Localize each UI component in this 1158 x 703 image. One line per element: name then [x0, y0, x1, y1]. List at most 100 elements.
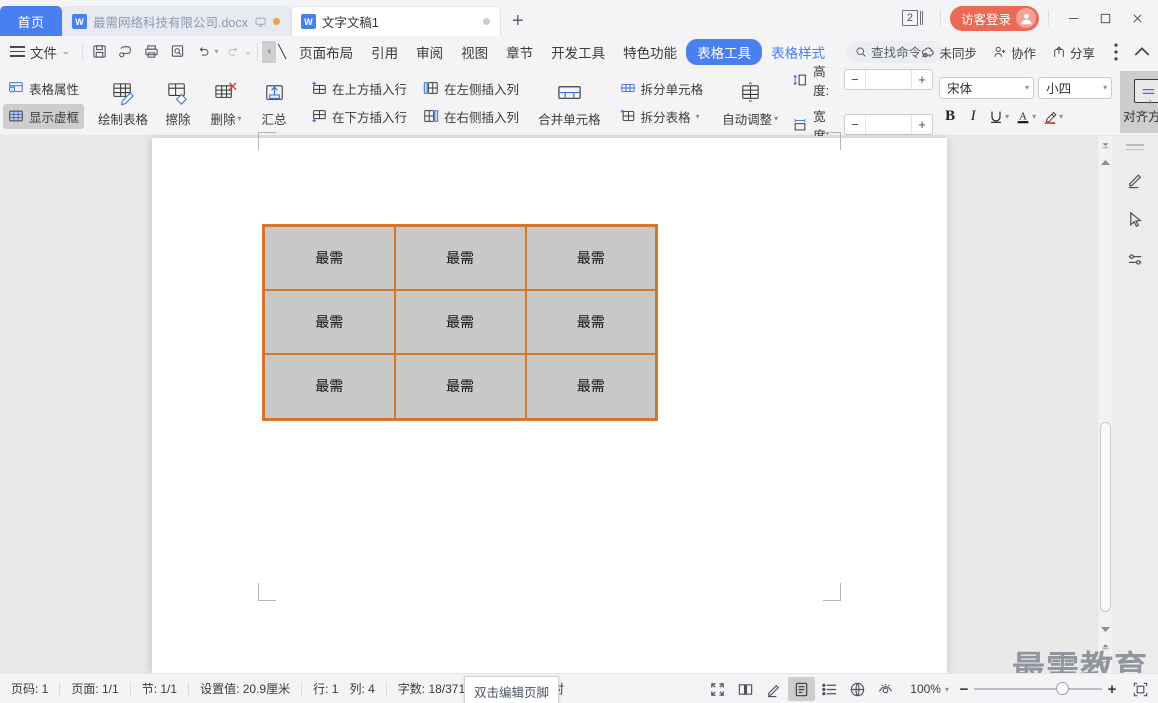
- close-button[interactable]: [1122, 4, 1152, 32]
- width-spinner[interactable]: − +: [843, 114, 934, 135]
- print-icon[interactable]: [139, 40, 165, 64]
- width-decrement-button[interactable]: −: [845, 115, 865, 134]
- insert-col-left-button[interactable]: 在左侧插入列: [418, 76, 524, 101]
- font-color-button[interactable]: A: [1012, 106, 1034, 128]
- table-cell[interactable]: 最需: [524, 288, 658, 355]
- tab-view[interactable]: 视图: [452, 39, 497, 65]
- tab-section[interactable]: 章节: [497, 39, 542, 65]
- height-decrement-button[interactable]: −: [845, 70, 865, 89]
- book-view-button[interactable]: [732, 677, 759, 701]
- cursor-select-button[interactable]: [1120, 204, 1150, 234]
- zoom-in-button[interactable]: +: [1102, 681, 1122, 698]
- width-increment-button[interactable]: +: [912, 115, 932, 134]
- fit-page-button[interactable]: [1127, 677, 1154, 701]
- table-row[interactable]: 最需 最需 最需: [262, 224, 658, 291]
- undo-icon[interactable]: [191, 40, 217, 64]
- zoom-level-label[interactable]: 100%: [900, 682, 944, 696]
- width-input[interactable]: [864, 115, 913, 134]
- bold-button[interactable]: B: [939, 106, 961, 128]
- page-bottom-icon[interactable]: [1098, 637, 1113, 655]
- redo-icon[interactable]: [221, 40, 247, 64]
- table-row[interactable]: 最需 最需 最需: [262, 352, 658, 421]
- menu-scroll-left-icon[interactable]: ‹: [262, 40, 277, 63]
- share-button[interactable]: 分享: [1045, 40, 1102, 65]
- underline-button[interactable]: [985, 106, 1007, 128]
- delete-button[interactable]: 删除 ▾: [202, 71, 250, 133]
- vertical-scrollbar[interactable]: [1097, 136, 1112, 673]
- collaborate-button[interactable]: 协作: [986, 40, 1043, 65]
- status-section[interactable]: 节: 1/1: [131, 680, 188, 697]
- panel-handle-icon[interactable]: [1126, 144, 1144, 150]
- document-tab-2[interactable]: W 文字文稿1: [290, 6, 501, 36]
- split-cell-button[interactable]: 拆分单元格: [615, 76, 709, 101]
- web-view-button[interactable]: [844, 677, 871, 701]
- height-input[interactable]: [864, 70, 913, 89]
- highlight-dropdown-icon[interactable]: ▾: [1059, 112, 1063, 121]
- page-top-icon[interactable]: [1098, 136, 1113, 154]
- table-cell[interactable]: 最需: [393, 352, 527, 421]
- select-object-icon[interactable]: [1098, 655, 1113, 673]
- insert-row-below-button[interactable]: 在下方插入行: [306, 104, 412, 129]
- present-icon[interactable]: [254, 16, 267, 28]
- zoom-track[interactable]: [974, 682, 1102, 696]
- font-size-select[interactable]: 小四 ▾: [1038, 76, 1113, 99]
- height-increment-button[interactable]: +: [912, 70, 932, 89]
- zoom-dropdown-icon[interactable]: ▾: [945, 685, 949, 694]
- table-cell[interactable]: 最需: [393, 224, 527, 291]
- document-table[interactable]: 最需 最需 最需 最需 最需 最需 最需 最需 最需: [262, 224, 658, 421]
- print-preview-icon[interactable]: [165, 40, 191, 64]
- font-name-select[interactable]: 宋体 ▾: [939, 76, 1035, 99]
- table-cell[interactable]: 最需: [524, 224, 658, 291]
- zoom-slider[interactable]: − +: [954, 681, 1122, 698]
- scrollbar-track[interactable]: [1098, 170, 1113, 621]
- insert-col-right-button[interactable]: 在右侧插入列: [418, 104, 524, 129]
- tab-references[interactable]: 引用: [362, 39, 407, 65]
- save-as-cloud-icon[interactable]: [113, 40, 139, 64]
- insert-row-above-button[interactable]: 在上方插入行: [306, 76, 412, 101]
- pen-tool-icon[interactable]: ╲: [278, 44, 286, 60]
- status-setting-value[interactable]: 设置值: 20.9厘米: [189, 680, 301, 697]
- minimize-button[interactable]: [1058, 4, 1088, 32]
- tab-special-features[interactable]: 特色功能: [614, 39, 686, 65]
- split-table-button[interactable]: 拆分表格 ▾: [615, 104, 709, 129]
- status-page-total[interactable]: 页面: 1/1: [60, 680, 129, 697]
- pen-view-button[interactable]: [760, 677, 787, 701]
- home-tab[interactable]: 首页: [0, 6, 62, 36]
- show-gridlines-toggle[interactable]: 显示虚框: [3, 103, 85, 129]
- font-color-dropdown-icon[interactable]: ▾: [1032, 112, 1036, 121]
- zoom-knob[interactable]: [1056, 682, 1069, 696]
- ribbon-expand-icon[interactable]: ›: [1144, 92, 1156, 112]
- collapse-ribbon-icon[interactable]: [1130, 40, 1154, 64]
- fullscreen-button[interactable]: [704, 677, 731, 701]
- status-word-count[interactable]: 字数: 18/371: [387, 680, 476, 697]
- auto-fit-button[interactable]: 自动调整 ▾: [716, 71, 784, 133]
- zoom-out-button[interactable]: −: [954, 681, 974, 698]
- scroll-down-button[interactable]: [1098, 621, 1113, 637]
- guest-login-button[interactable]: 访客登录: [949, 5, 1039, 31]
- status-page-number[interactable]: 页码: 1: [0, 680, 59, 697]
- eye-view-button[interactable]: [872, 677, 899, 701]
- table-cell[interactable]: 最需: [393, 288, 527, 355]
- scroll-up-button[interactable]: [1098, 154, 1113, 170]
- eraser-button[interactable]: 擦除: [154, 71, 202, 133]
- table-cell[interactable]: 最需: [524, 352, 658, 421]
- sum-button[interactable]: 汇总: [250, 71, 298, 133]
- more-options-icon[interactable]: [1104, 40, 1128, 64]
- undo-dropdown-icon[interactable]: ▾: [215, 47, 219, 56]
- maximize-button[interactable]: [1090, 4, 1120, 32]
- status-row[interactable]: 行: 1: [302, 680, 349, 697]
- tab-developer-tools[interactable]: 开发工具: [542, 39, 614, 65]
- page-view-button[interactable]: [788, 677, 816, 701]
- scrollbar-thumb[interactable]: [1099, 422, 1111, 612]
- pen-highlight-button[interactable]: [1120, 164, 1150, 194]
- qat-more-icon[interactable]: ⌄: [245, 47, 252, 56]
- italic-button[interactable]: I: [962, 106, 984, 128]
- new-tab-button[interactable]: +: [501, 6, 535, 36]
- draw-table-button[interactable]: 绘制表格: [92, 71, 154, 133]
- underline-dropdown-icon[interactable]: ▾: [1005, 112, 1009, 121]
- highlight-button[interactable]: [1039, 106, 1061, 128]
- outline-view-button[interactable]: [816, 677, 843, 701]
- file-menu-button[interactable]: 文件 ⌄: [0, 40, 78, 64]
- status-column[interactable]: 列: 4: [349, 680, 385, 697]
- table-cell[interactable]: 最需: [262, 288, 396, 355]
